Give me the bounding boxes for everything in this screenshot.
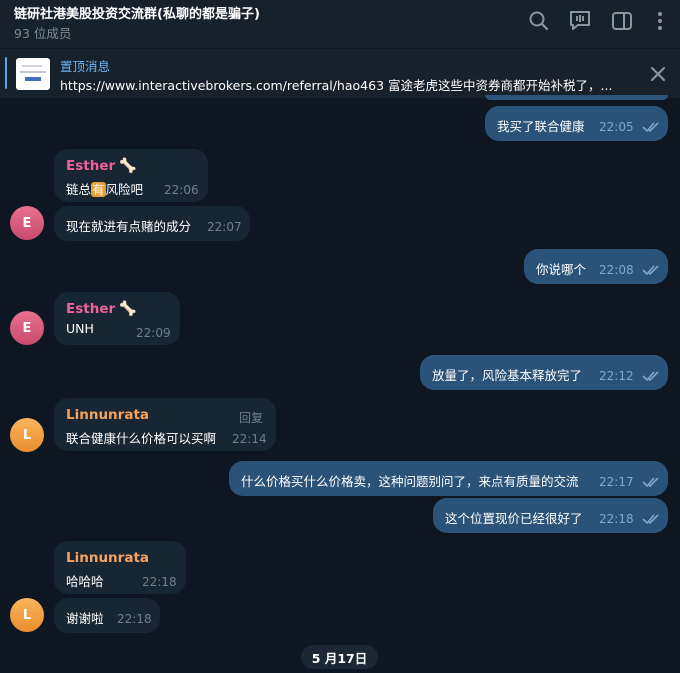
sender-name-text: Esther <box>66 158 116 174</box>
message-bubble-incoming[interactable]: Esther 🦴 UNH 22:09 <box>54 292 180 345</box>
avatar[interactable]: E <box>10 311 44 345</box>
message-text: 这个位置现价已经很好了 <box>445 511 583 526</box>
previous-message-edge <box>485 95 668 100</box>
message-text: 哈哈哈 <box>66 574 104 589</box>
more-vertical-icon[interactable] <box>647 8 673 34</box>
emoji-badge: 有 <box>91 182 106 197</box>
message-bubble-incoming[interactable]: Esther 🦴 链总有风险吧 22:06 <box>54 149 208 202</box>
member-count[interactable]: 93 位成员 <box>14 23 71 42</box>
message-text: 链总有风险吧 <box>66 179 143 198</box>
message-time: 22:08 <box>599 263 634 277</box>
close-icon[interactable] <box>647 63 669 85</box>
chat-title[interactable]: 链研社港美股投资交流群(私聊的都是骗子) <box>14 3 260 22</box>
message-text: 什么价格买什么价格卖，这种问题别问了，来点有质量的交流 <box>241 474 579 489</box>
avatar[interactable]: L <box>10 598 44 632</box>
bone-emoji: 🦴 <box>119 301 137 317</box>
message-bubble-outgoing[interactable]: 我买了联合健康 22:05 <box>485 106 668 141</box>
reply-button[interactable]: 回复 <box>239 409 263 426</box>
message-time: 22:17 <box>599 475 634 489</box>
sender-name[interactable]: Esther 🦴 <box>66 301 137 317</box>
message-time: 22:09 <box>136 326 171 340</box>
date-divider[interactable]: 5 月17日 <box>301 645 378 669</box>
message-bubble-incoming[interactable]: Linnunrata 回复 联合健康什么价格可以买啊 22:14 <box>54 398 276 451</box>
live-chat-icon[interactable] <box>567 8 593 34</box>
message-bubble-outgoing[interactable]: 什么价格买什么价格卖，这种问题别问了，来点有质量的交流 22:17 <box>229 461 668 496</box>
message-bubble-incoming[interactable]: 现在就进有点赌的成分 22:07 <box>54 206 250 241</box>
search-icon[interactable] <box>526 8 552 34</box>
chat-header: 链研社港美股投资交流群(私聊的都是骗子) 93 位成员 <box>0 0 680 48</box>
message-time: 22:12 <box>599 369 634 383</box>
avatar[interactable]: E <box>10 206 44 240</box>
sender-name[interactable]: Esther 🦴 <box>66 158 137 174</box>
message-text-part: 链总 <box>66 182 92 197</box>
read-checkmarks-icon <box>642 370 660 382</box>
message-text: 谢谢啦 <box>66 611 104 626</box>
pinned-thumbnail <box>16 58 50 90</box>
message-bubble-incoming[interactable]: Linnunrata 哈哈哈 22:18 <box>54 541 186 594</box>
sender-name[interactable]: Linnunrata <box>66 407 149 423</box>
message-time: 22:07 <box>207 220 242 234</box>
message-text: UNH <box>66 321 94 336</box>
read-checkmarks-icon <box>642 264 660 276</box>
pinned-label: 置顶消息 <box>60 59 111 74</box>
pinned-accent-bar <box>5 57 7 89</box>
message-bubble-outgoing[interactable]: 这个位置现价已经很好了 22:18 <box>433 498 668 533</box>
message-text: 联合健康什么价格可以买啊 <box>66 431 217 446</box>
message-time: 22:06 <box>164 183 199 197</box>
sender-name-text: Esther <box>66 301 116 317</box>
read-checkmarks-icon <box>642 476 660 488</box>
message-bubble-incoming[interactable]: 谢谢啦 22:18 <box>54 598 160 633</box>
message-time: 22:05 <box>599 120 634 134</box>
message-time: 22:14 <box>232 432 267 446</box>
message-time: 22:18 <box>599 512 634 526</box>
pinned-text: https://www.interactivebrokers.com/refer… <box>60 78 613 93</box>
sender-name[interactable]: Linnunrata <box>66 550 149 566</box>
message-time: 22:18 <box>142 575 177 589</box>
read-checkmarks-icon <box>642 513 660 525</box>
message-text: 现在就进有点赌的成分 <box>66 219 192 234</box>
message-bubble-outgoing[interactable]: 放量了，风险基本释放完了 22:12 <box>420 355 668 390</box>
message-text-part: 风险吧 <box>105 182 144 197</box>
bone-emoji: 🦴 <box>119 158 137 174</box>
message-text: 放量了，风险基本释放完了 <box>432 368 583 383</box>
message-text: 你说哪个 <box>536 262 587 277</box>
read-checkmarks-icon <box>642 121 660 133</box>
message-bubble-outgoing[interactable]: 你说哪个 22:08 <box>524 249 668 284</box>
sidebar-toggle-icon[interactable] <box>609 8 635 34</box>
pinned-message-bar[interactable]: 置顶消息 https://www.interactivebrokers.com/… <box>0 49 680 98</box>
message-text: 我买了联合健康 <box>497 119 585 134</box>
avatar[interactable]: L <box>10 418 44 452</box>
message-time: 22:18 <box>117 612 152 626</box>
